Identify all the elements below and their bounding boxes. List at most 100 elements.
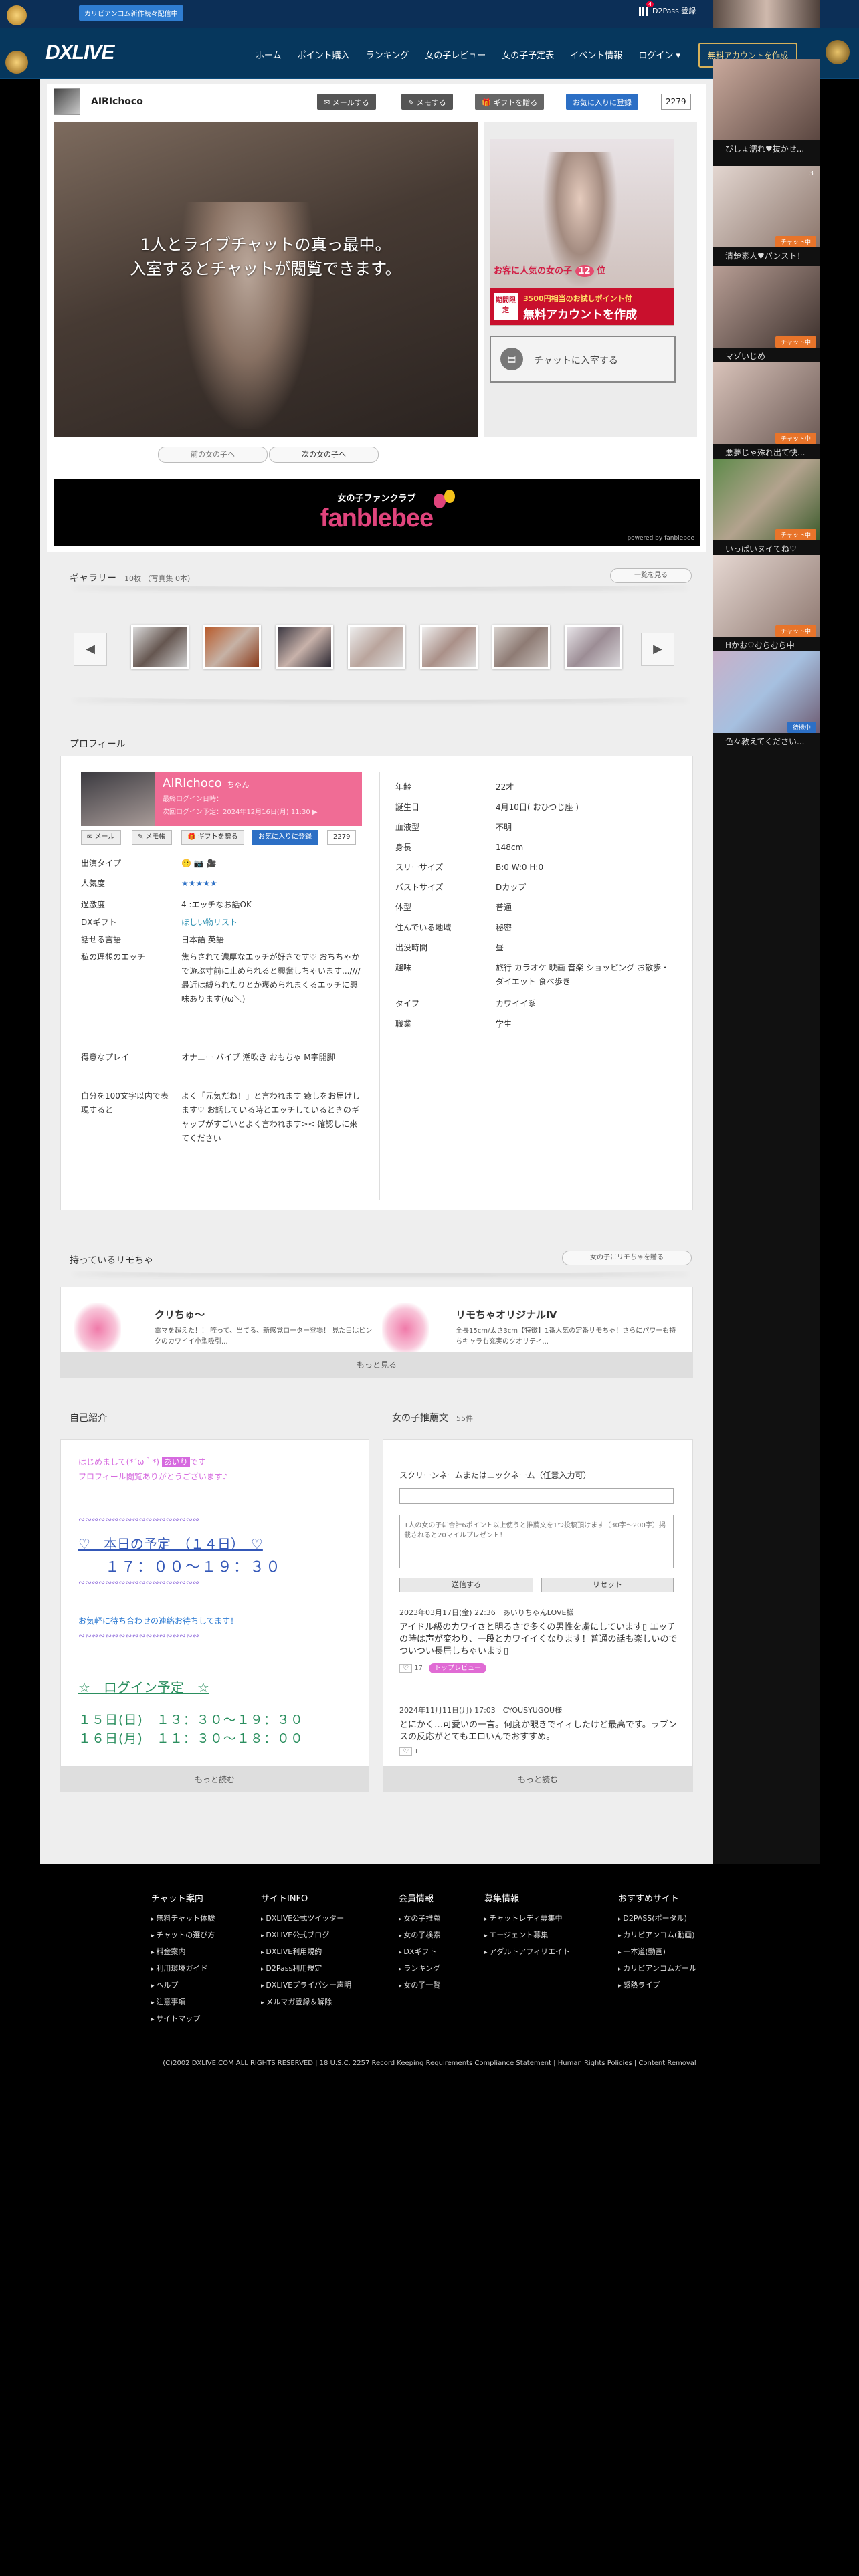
profile-mail-button[interactable]: ✉ メール bbox=[81, 830, 121, 845]
footer-link[interactable]: サイトマップ bbox=[151, 2011, 215, 2028]
gallery-thumb[interactable] bbox=[492, 625, 550, 669]
footer-link[interactable]: D2PASS(ポータル) bbox=[618, 1911, 696, 1927]
footer-link[interactable]: 女の子一覧 bbox=[399, 1977, 440, 1994]
gallery-thumb[interactable] bbox=[203, 625, 261, 669]
enter-chat-button[interactable]: ▤ チャットに入室する bbox=[490, 336, 676, 383]
sidebar-cast[interactable]: チャット中 悪夢じゃ殊れ出て快... bbox=[713, 362, 820, 464]
footer-link[interactable]: 無料チャット体験 bbox=[151, 1911, 215, 1927]
favorite-button[interactable]: お気に入りに登録 bbox=[566, 94, 638, 110]
remocon-gift-button[interactable]: 女の子にリモちゃを贈る bbox=[562, 1251, 692, 1265]
sidebar-cast[interactable]: チャット中 Hかお♡むらむら中 bbox=[713, 555, 820, 657]
balloon-icon bbox=[444, 490, 455, 503]
sidebar-cast[interactable]: チャット中 マゾいじめ bbox=[713, 266, 820, 368]
footer-link[interactable]: ヘルプ bbox=[151, 1977, 215, 1994]
like-icon[interactable]: ♡ bbox=[399, 1664, 412, 1673]
sidebar-cast[interactable]: 3 チャット中 清楚素人♥パンスト！ bbox=[713, 166, 820, 267]
sidebar-status: チャット中 bbox=[775, 336, 816, 348]
sidebar-cast[interactable]: 待機中 色々教えてください... bbox=[713, 651, 820, 753]
profile-right-list: 年齢 22才 誕生日 4月10日( おひつじ座 ) 血液型 不明 身長 148cm スリ… bbox=[395, 780, 676, 1048]
profile-key: 得意なプレイ bbox=[81, 1053, 130, 1062]
footer-link[interactable]: 女の子推薦 bbox=[399, 1911, 440, 1927]
wishlist-link[interactable]: ほしい物リスト bbox=[181, 916, 362, 930]
header-promo-avatar[interactable] bbox=[713, 0, 820, 28]
footer-link[interactable]: DXLIVE利用規約 bbox=[261, 1944, 351, 1961]
toy-image[interactable] bbox=[382, 1303, 429, 1354]
footer-link[interactable]: DXLIVE公式ツイッター bbox=[261, 1911, 351, 1927]
gallery-thumb[interactable] bbox=[348, 625, 405, 669]
footer-link[interactable]: DXギフト bbox=[399, 1944, 440, 1961]
like-icon[interactable]: ♡ bbox=[399, 1747, 412, 1756]
profile-value: オナニー バイブ 潮吹き おもちゃ M字開脚 bbox=[181, 1053, 335, 1062]
profile-gift-button[interactable]: 🎁 ギフトを贈る bbox=[181, 830, 244, 845]
sidebar-cast[interactable]: ぴしょ濡れ♥抜かせ... bbox=[713, 59, 820, 160]
remocon-more-button[interactable]: もっと見る bbox=[60, 1352, 693, 1378]
next-cast-button[interactable]: 次の女の子へ bbox=[269, 447, 379, 463]
footer-link[interactable]: DXLIVE公式ブログ bbox=[261, 1927, 351, 1944]
live-player[interactable]: 1人とライブチャットの真っ最中。 入室するとチャットが閲覧できます。 bbox=[54, 122, 478, 437]
footer-link[interactable]: 一本道(動画) bbox=[618, 1944, 696, 1961]
d2pass-link[interactable]: D2Pass 登録 bbox=[639, 5, 696, 16]
gallery-prev-button[interactable]: ◀ bbox=[74, 633, 107, 666]
footer-link[interactable]: 感熱ライブ bbox=[618, 1977, 696, 1994]
intro-more-button[interactable]: もっと読む bbox=[60, 1767, 369, 1792]
profile-favorite-button[interactable]: お気に入りに登録 bbox=[252, 830, 318, 845]
nav-login[interactable]: ログイン ▾ bbox=[630, 48, 688, 61]
prev-cast-button[interactable]: 前の女の子へ bbox=[158, 447, 268, 463]
footer-link[interactable]: チャットレディ募集中 bbox=[484, 1911, 570, 1927]
gallery-thumb[interactable] bbox=[276, 625, 333, 669]
mail-button[interactable]: ✉ メールする bbox=[317, 94, 376, 110]
profile-value: 22才 bbox=[496, 782, 514, 792]
memo-button[interactable]: ✎ メモする bbox=[401, 94, 453, 110]
name-input[interactable] bbox=[399, 1488, 674, 1504]
footer-link[interactable]: アダルトアフィリエイト bbox=[484, 1944, 570, 1961]
promo-banner[interactable]: お客に人気の女の子 12 位 期間限定 3500円相当のお試しポイント付 無料ア… bbox=[490, 139, 674, 326]
gift-button[interactable]: 🎁 ギフトを贈る bbox=[475, 94, 545, 110]
footer-link[interactable]: カリビアンコム(動画) bbox=[618, 1927, 696, 1944]
nav-buy-points[interactable]: ポイント購入 bbox=[290, 48, 358, 61]
gallery-next-button[interactable]: ▶ bbox=[641, 633, 674, 666]
review-textarea[interactable] bbox=[399, 1515, 674, 1568]
toy-name[interactable]: リモちゃオリジナルⅣ bbox=[456, 1307, 557, 1321]
footer-link[interactable]: 料金案内 bbox=[151, 1944, 215, 1961]
profile-value: 昼 bbox=[496, 943, 504, 952]
footer-link[interactable]: メルマガ登録＆解除 bbox=[261, 1994, 351, 2011]
footer-link[interactable]: DXLIVEプライバシー声明 bbox=[261, 1977, 351, 1994]
gallery-thumb[interactable] bbox=[131, 625, 189, 669]
footer-link[interactable]: カリビアンコムガール bbox=[618, 1961, 696, 1977]
avatar[interactable] bbox=[54, 88, 80, 115]
nav-reviews[interactable]: 女の子レビュー bbox=[417, 48, 494, 61]
footer-link[interactable]: D2Pass利用規定 bbox=[261, 1961, 351, 1977]
footer-link[interactable]: 女の子検索 bbox=[399, 1927, 440, 1944]
nav-schedule[interactable]: 女の子予定表 bbox=[494, 48, 562, 61]
promo-red-box[interactable]: 期間限定 3500円相当のお試しポイント付 無料アカウントを作成 bbox=[490, 288, 674, 325]
gallery-thumb[interactable] bbox=[565, 625, 622, 669]
profile-suffix: ちゃん bbox=[227, 780, 250, 789]
toy-image[interactable] bbox=[74, 1303, 121, 1354]
notice-banner[interactable]: カリビアンコム新作続々配信中 bbox=[79, 5, 183, 21]
profile-memo-button[interactable]: ✎ メモ帳 bbox=[132, 830, 172, 845]
footer-link[interactable]: チャットの選び方 bbox=[151, 1927, 215, 1944]
footer-link[interactable]: ランキング bbox=[399, 1961, 440, 1977]
sidebar-cast[interactable]: チャット中 いっぱいヌイてね♡ bbox=[713, 459, 820, 560]
footer-link[interactable]: 利用環境ガイド bbox=[151, 1961, 215, 1977]
site-logo[interactable]: DXLIVE bbox=[45, 41, 114, 64]
submit-review-button[interactable]: 送信する bbox=[399, 1578, 533, 1592]
footer-link[interactable]: 注意事項 bbox=[151, 1994, 215, 2011]
gallery-all-button[interactable]: 一覧を見る bbox=[610, 568, 692, 583]
profile-value: よく「元気だね！」と言われます 癒しをお届けします♡ お話している時とエッチして… bbox=[181, 1091, 361, 1143]
nav-ranking[interactable]: ランキング bbox=[358, 48, 417, 61]
sidebar-cast-photo bbox=[713, 459, 820, 540]
toy-name[interactable]: クリちゅ～ bbox=[155, 1307, 205, 1321]
nav-events[interactable]: イベント情報 bbox=[562, 48, 630, 61]
gallery-thumb[interactable] bbox=[420, 625, 478, 669]
footer-link[interactable]: エージェント募集 bbox=[484, 1927, 570, 1944]
reviews-box: スクリーンネームまたはニックネーム（任意入力可） 送信する リセット 2023年… bbox=[383, 1439, 693, 1767]
reviews-more-button[interactable]: もっと読む bbox=[383, 1767, 693, 1792]
profile-key: 人気度 bbox=[81, 879, 106, 888]
reset-button[interactable]: リセット bbox=[541, 1578, 674, 1592]
fanclub-banner[interactable]: 女の子ファンクラブ fanblebee powered by fanblebee bbox=[54, 479, 700, 546]
next-login[interactable]: 次回ログイン予定：2024年12月16日(月) 11:30 ▶ bbox=[163, 806, 354, 816]
profile-photo[interactable] bbox=[81, 772, 155, 826]
nav-home[interactable]: ホーム bbox=[248, 48, 290, 61]
promo-days: 12 bbox=[575, 265, 594, 277]
